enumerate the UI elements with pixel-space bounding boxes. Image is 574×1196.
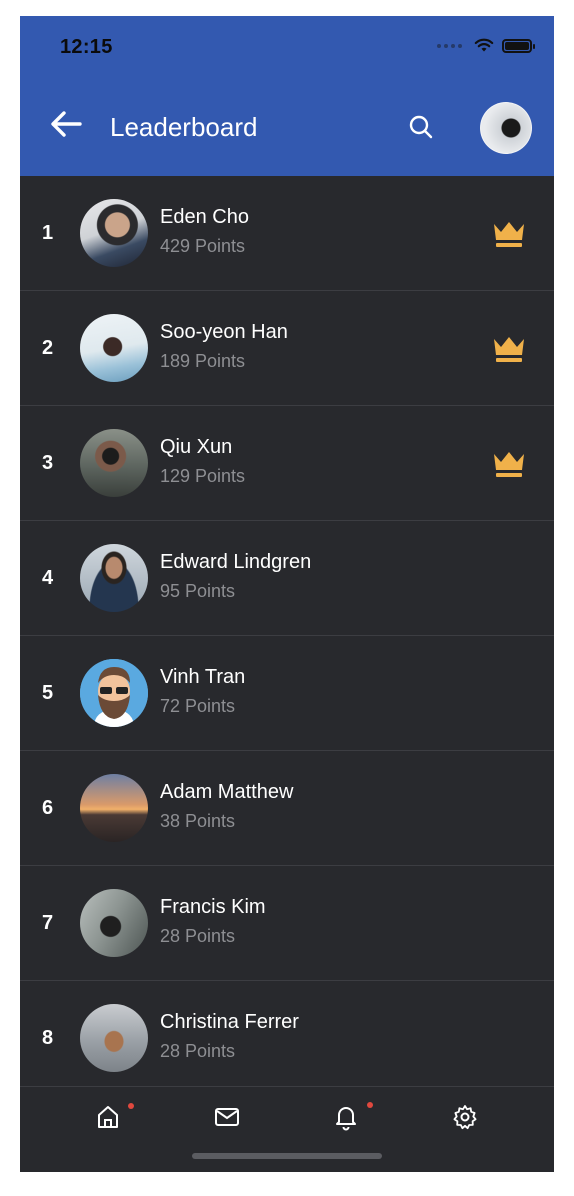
status-time: 12:15 — [60, 36, 113, 58]
leaderboard-list: 1 Eden Cho 429 Points 2 Soo-yeon Han 189… — [20, 176, 554, 1096]
home-badge — [128, 1103, 134, 1109]
mail-icon[interactable] — [213, 1103, 241, 1131]
leaderboard-row[interactable]: 4 Edward Lindgren 95 Points — [20, 521, 554, 636]
home-icon[interactable] — [94, 1103, 122, 1131]
search-button[interactable] — [406, 112, 436, 142]
rank-number: 2 — [42, 337, 54, 359]
player-name: Adam Matthew — [160, 781, 294, 803]
leaderboard-row[interactable]: 7 Francis Kim 28 Points — [20, 866, 554, 981]
player-points: 129 Points — [160, 466, 246, 486]
leaderboard-row[interactable]: 8 Christina Ferrer 28 Points — [20, 981, 554, 1096]
leaderboard-row[interactable]: 1 Eden Cho 429 Points — [20, 176, 554, 291]
player-name: Eden Cho — [160, 206, 249, 228]
home-indicator — [192, 1153, 382, 1159]
status-icons — [437, 38, 535, 53]
leaderboard-row[interactable]: 5 Vinh Tran 72 Points — [20, 636, 554, 751]
player-name: Edward Lindgren — [160, 551, 312, 573]
bottom-navigation — [20, 1086, 554, 1172]
wifi-icon — [474, 38, 494, 52]
bell-badge — [367, 1102, 373, 1108]
player-points: 72 Points — [160, 696, 236, 716]
player-points: 429 Points — [160, 236, 246, 256]
page-title: Leaderboard — [110, 112, 258, 142]
avatar — [80, 774, 148, 842]
rank-number: 3 — [42, 452, 54, 474]
avatar — [80, 314, 148, 382]
player-points: 38 Points — [160, 811, 236, 831]
gear-icon[interactable] — [451, 1103, 479, 1131]
avatar — [80, 889, 148, 957]
back-button[interactable] — [46, 108, 86, 140]
player-name: Soo-yeon Han — [160, 321, 288, 343]
phone-screen: 12:15 Leaderboard 1 Eden Cho 429 Points — [20, 16, 554, 1172]
rank-number: 1 — [42, 222, 54, 244]
signal-icon — [437, 43, 462, 48]
player-name: Qiu Xun — [160, 436, 233, 458]
rank-number: 8 — [42, 1027, 54, 1049]
avatar — [80, 544, 148, 612]
player-points: 95 Points — [160, 581, 236, 601]
leaderboard-row[interactable]: 3 Qiu Xun 129 Points — [20, 406, 554, 521]
crown-icon — [494, 222, 524, 247]
app-header: 12:15 Leaderboard — [20, 16, 554, 176]
player-name: Christina Ferrer — [160, 1011, 299, 1033]
bearded-man-illustration — [80, 659, 148, 727]
player-name: Francis Kim — [160, 896, 266, 918]
crown-icon — [494, 452, 524, 477]
avatar — [80, 429, 148, 497]
player-points: 28 Points — [160, 1041, 236, 1061]
avatar — [80, 659, 148, 727]
avatar — [80, 199, 148, 267]
leaderboard-row[interactable]: 2 Soo-yeon Han 189 Points — [20, 291, 554, 406]
rank-number: 5 — [42, 682, 54, 704]
rank-number: 4 — [42, 567, 54, 589]
avatar — [80, 1004, 148, 1072]
leaderboard-row[interactable]: 6 Adam Matthew 38 Points — [20, 751, 554, 866]
player-name: Vinh Tran — [160, 666, 246, 688]
rank-number: 6 — [42, 797, 54, 819]
crown-icon — [494, 337, 524, 362]
player-points: 189 Points — [160, 351, 246, 371]
bell-icon[interactable] — [332, 1103, 360, 1131]
rank-number: 7 — [42, 912, 54, 934]
player-points: 28 Points — [160, 926, 236, 946]
battery-icon — [502, 38, 535, 53]
profile-avatar[interactable] — [480, 102, 532, 154]
